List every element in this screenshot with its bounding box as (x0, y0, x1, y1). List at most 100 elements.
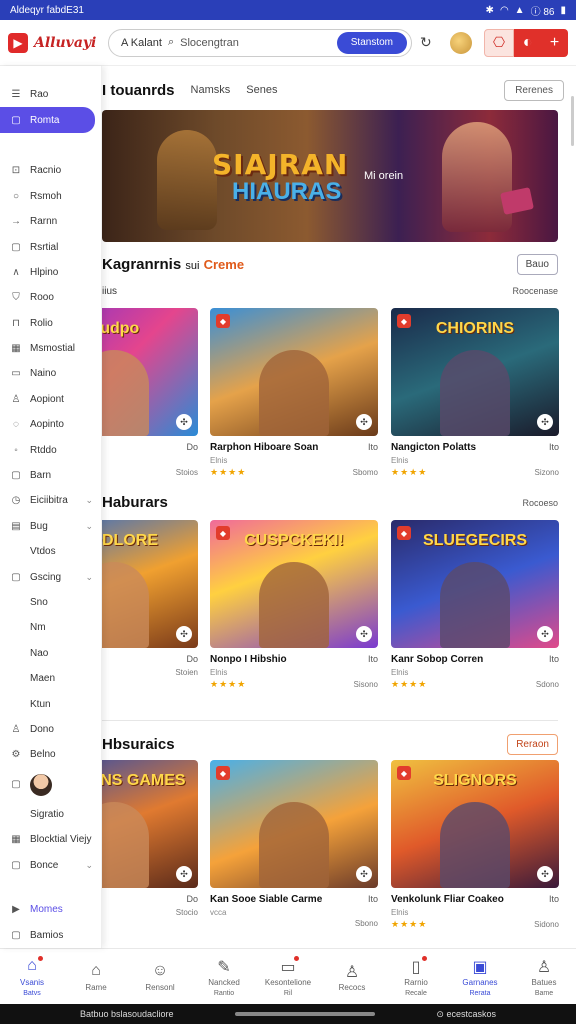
game-card[interactable]: ◆EIIODLORE✣hiodnounsDoStoien (102, 520, 198, 677)
nav-item[interactable]: ☺ Rensonl (128, 949, 192, 1004)
sidebar-item-bamios[interactable]: ▢ Bamios (0, 923, 101, 948)
chevron-down-icon[interactable]: ⌄ (85, 521, 93, 532)
game-thumbnail[interactable]: ◆EIIODLORE✣ (102, 520, 198, 648)
controller-icon[interactable]: ✣ (356, 866, 372, 882)
avatar[interactable] (449, 31, 472, 54)
controller-icon[interactable]: ✣ (537, 866, 553, 882)
nav-item[interactable]: ⌂ Rame (64, 949, 128, 1004)
chevron-down-icon[interactable]: ⌄ (85, 572, 93, 583)
sidebar-item-msmostial[interactable]: ▦ Msmostial (0, 336, 101, 361)
sidebar-item-label: Belno (30, 749, 56, 761)
sidebar-item-rtddo[interactable]: ◦ Rtddo (0, 437, 101, 462)
sidebar-item-belno[interactable]: ⚙ Belno (0, 742, 101, 767)
sidebar-item-eiciibitra[interactable]: ◷ Eiciibitra ⌄ (0, 488, 101, 513)
gamepad-icon[interactable]: ⎔ (484, 28, 514, 57)
sidebar-item-ktun[interactable]: Ktun (0, 691, 101, 716)
game-title[interactable]: Kanr Sobop Corren (391, 654, 483, 665)
sidebar-item-maen[interactable]: Maen (0, 666, 101, 691)
sidebar-item-rolio[interactable]: ⊓ Rolio (0, 311, 101, 336)
hero-banner[interactable]: SIAJRAN HIAURAS Mi orein (102, 110, 558, 242)
sidebar-item-hlpino[interactable]: ∧ Hlpino (0, 260, 101, 285)
game-card[interactable]: ◆Rudpo✣ntar fnoDoRo3 6oStoios (102, 308, 198, 477)
sidebar-item-bug[interactable]: ▤ Bug ⌄ (0, 514, 101, 539)
sidebar-item-romta[interactable]: ▢ Romta (0, 107, 95, 133)
tab-series[interactable]: Senes (246, 84, 277, 96)
game-status: Stocio (175, 908, 198, 917)
sidebar-profile[interactable]: ▢ (0, 768, 101, 802)
search-input[interactable]: Slocengtran (180, 37, 331, 49)
search-scope[interactable]: A Kalant (121, 37, 162, 49)
game-title[interactable]: Venkolunk Fliar Coakeo (391, 894, 504, 905)
chevron-down-icon[interactable]: ⌄ (85, 495, 93, 506)
sidebar-profile-label[interactable]: Sigratio (0, 802, 101, 827)
sidebar-item-rooo[interactable]: ⛉ Rooo (0, 285, 101, 310)
section-button[interactable]: Bauo (516, 254, 558, 275)
scrollbar[interactable] (571, 96, 574, 146)
controller-icon[interactable]: ✣ (356, 414, 372, 430)
sidebar-item-nm[interactable]: Nm (0, 615, 101, 640)
game-thumbnail[interactable]: ◆ SLUEGECIRS ✣ (391, 520, 559, 648)
sidebar-item-vtdos[interactable]: Vtdos (0, 539, 101, 564)
search-bar[interactable]: A Kalant ⌕ Slocengtran Stanstom (108, 28, 412, 57)
sidebar-item-bonce[interactable]: ▢ Bonce ⌄ (0, 852, 101, 877)
search-button[interactable]: Stanstom (336, 31, 407, 54)
tab-action-button[interactable]: Rerenes (504, 79, 564, 101)
game-card[interactable]: ◆ CHIORINS ✣ Nangicton Polatts Ito Elnis ★★★★ S… (391, 308, 559, 478)
sidebar-item-momes[interactable]: ▶ Momes (0, 897, 101, 922)
sidebar-item-dono[interactable]: ♙ Dono (0, 717, 101, 742)
sidebar-item-rsrtial[interactable]: ▢ Rsrtial (0, 234, 101, 259)
game-thumbnail[interactable]: ◆ CUSPCKEKI! ✣ (210, 520, 378, 648)
controller-icon[interactable]: ✣ (356, 626, 372, 642)
game-title[interactable]: Kan Sooe Siable Carme (210, 894, 322, 905)
section-button[interactable]: Reraon (507, 734, 558, 755)
game-card[interactable]: ◆ SLUEGECIRS ✣ Kanr Sobop Corren Ito Elnis ★★★… (391, 520, 559, 690)
controller-icon[interactable]: ✣ (176, 866, 192, 882)
game-thumbnail[interactable]: ◆ SLIGNORS ✣ (391, 760, 559, 888)
tab-tournaments[interactable]: I touanrds (102, 82, 175, 99)
section-more-link[interactable]: Roocenase (512, 286, 558, 297)
home-indicator[interactable] (235, 1012, 375, 1016)
nav-item[interactable]: ♙ Recocs (320, 949, 384, 1004)
nav-item[interactable]: ♙ Batues Bame (512, 949, 576, 1004)
sidebar-item-racnio[interactable]: ⊡ Racnio (0, 158, 101, 183)
controller-icon[interactable]: ✣ (537, 414, 553, 430)
chevron-down-icon[interactable]: ⌄ (85, 860, 93, 871)
game-title[interactable]: Nonpo I Hibshio (210, 654, 287, 665)
game-card[interactable]: ◆ CUSPCKEKI! ✣ Nonpo I Hibshio Ito Elnis ★★★★ S… (210, 520, 378, 690)
nav-item[interactable]: ✎ Nancked Rantio (192, 949, 256, 1004)
game-card[interactable]: ◆ SLIGNORS ✣ Venkolunk Fliar Coakeo Ito Elnis… (391, 760, 559, 930)
game-thumbnail[interactable]: ◆ ✣ (210, 308, 378, 436)
controller-icon[interactable]: ✣ (176, 414, 192, 430)
sidebar-item-gscing[interactable]: ▢ Gscing ⌄ (0, 564, 101, 589)
game-title[interactable]: Nangicton Polatts (391, 442, 476, 453)
sidebar-item-rao[interactable]: ☰ Rao (0, 82, 101, 107)
game-card[interactable]: ◆ ✣ Rarphon Hiboare Soan Ito Elnis ★★★★ Sbomo (210, 308, 378, 478)
sidebar-item-rarnn[interactable]: → Rarnn (0, 209, 101, 234)
game-thumbnail[interactable]: ◆ CHIORINS ✣ (391, 308, 559, 436)
sidebar-item-blocktial-viejy[interactable]: ▦ Blocktial Viejy (0, 827, 101, 852)
sidebar-item-rsmoh[interactable]: ○ Rsmoh (0, 184, 101, 209)
nav-item[interactable]: ▣ Garnanes Rerata (448, 949, 512, 1004)
controller-icon[interactable]: ✣ (537, 626, 553, 642)
sidebar-item-naino[interactable]: ▭ Naino (0, 361, 101, 386)
sidebar-item-sno[interactable]: Sno (0, 590, 101, 615)
nav-item[interactable]: ⌂ Vsanis Batvs (0, 949, 64, 1004)
refresh-icon[interactable]: ↻ (420, 34, 432, 51)
game-thumbnail[interactable]: ◆ ✣ (210, 760, 378, 888)
app-logo[interactable]: ▶ Alluvayi (8, 32, 100, 53)
sidebar-item-aopiont[interactable]: ♙ Aopiont (0, 387, 101, 412)
game-thumbnail[interactable]: ◆NAUBANS GAMES✣ (102, 760, 198, 888)
nav-item[interactable]: ▯ Rarnio Recale (384, 949, 448, 1004)
game-card[interactable]: ◆NAUBANS GAMES✣CamseDoStocio (102, 760, 198, 917)
game-thumbnail[interactable]: ◆Rudpo✣ (102, 308, 198, 436)
section-more-link[interactable]: Rocoeso (522, 498, 558, 508)
tab-networks[interactable]: Namsks (191, 84, 231, 96)
controller-icon[interactable]: ✣ (176, 626, 192, 642)
game-title[interactable]: Rarphon Hiboare Soan (210, 442, 318, 453)
sidebar-item-aopinto[interactable]: ◌ Aopinto (0, 412, 101, 437)
sidebar-item-barn[interactable]: ▢ Barn (0, 463, 101, 488)
nav-item[interactable]: ▭ Kesontelione Ril (256, 949, 320, 1004)
game-card[interactable]: ◆ ✣ Kan Sooe Siable Carme Ito vcca Sbono (210, 760, 378, 928)
create-button[interactable]: ◐ + (514, 28, 568, 57)
sidebar-item-nao[interactable]: Nao (0, 641, 101, 666)
